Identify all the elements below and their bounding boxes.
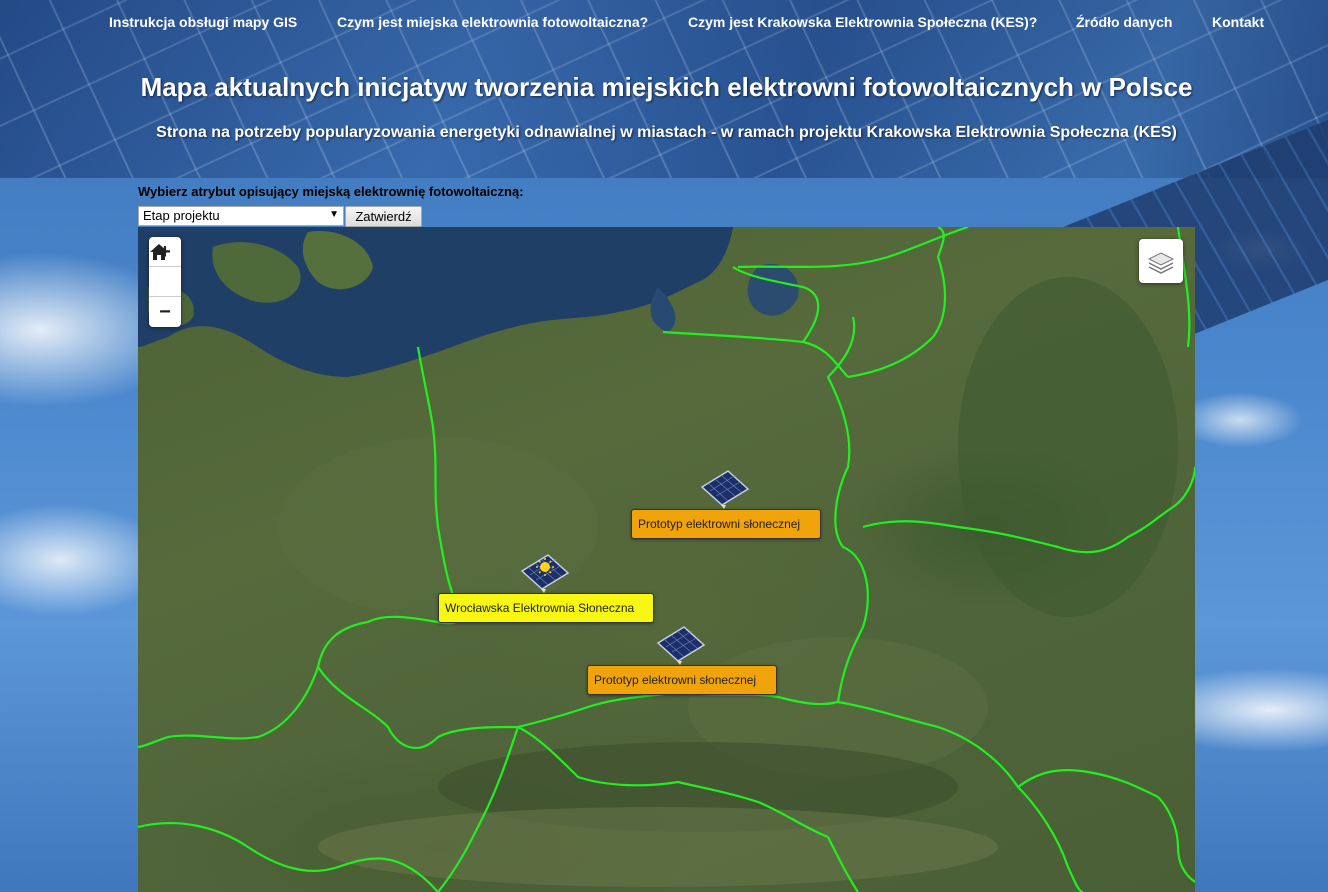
attribute-select[interactable]: Etap projektu ▼ xyxy=(138,206,344,226)
nav-item-what-is-pv-plant[interactable]: Czym jest miejska elektrownia fotowoltai… xyxy=(337,14,648,30)
forest-region xyxy=(958,277,1178,617)
header-banner: Instrukcja obsługi mapy GIS Czym jest mi… xyxy=(0,0,1328,454)
lake-water xyxy=(747,263,799,316)
zoom-control: + − xyxy=(149,237,181,327)
attribute-select-label: Wybierz atrybut opisujący miejską elektr… xyxy=(138,184,524,199)
marker-label-wroclaw[interactable]: Wrocławska Elektrownia Słoneczna xyxy=(438,593,654,623)
dropdown-arrow-icon: ▼ xyxy=(329,209,339,220)
marker-label-prototype-1[interactable]: Prototyp elektrowni słonecznej xyxy=(631,509,821,539)
nav-item-what-is-kes[interactable]: Czym jest Krakowska Elektrownia Społeczn… xyxy=(688,14,1037,30)
home-icon xyxy=(150,244,168,260)
border-romania-moldova xyxy=(1017,769,1159,798)
nav-item-contact[interactable]: Kontakt xyxy=(1212,14,1264,30)
solar-panel-icon[interactable] xyxy=(656,625,706,665)
attribute-select-value: Etap projektu xyxy=(143,208,220,223)
zoom-out-button[interactable]: − xyxy=(149,297,181,327)
solar-panel-icon[interactable] xyxy=(700,469,750,509)
map-background xyxy=(138,227,1195,892)
page-title: Mapa aktualnych inicjatyw tworzenia miej… xyxy=(140,72,1193,102)
marker-label-prototype-2[interactable]: Prototyp elektrowni słonecznej xyxy=(587,665,777,695)
layers-icon xyxy=(1147,252,1175,274)
page-subtitle: Strona na potrzeby popularyzowania energ… xyxy=(156,124,1177,141)
map-view[interactable]: + − Prototyp elektrowni słonecznej xyxy=(138,227,1195,892)
layers-button[interactable] xyxy=(1139,239,1183,283)
border-moldova-ukraine xyxy=(1157,796,1195,883)
solar-panel-sun-icon[interactable] xyxy=(520,553,570,593)
top-nav: Instrukcja obsługi mapy GIS Czym jest mi… xyxy=(0,0,1328,44)
border-czech-austria xyxy=(138,666,320,749)
submit-button[interactable]: Zatwierdź xyxy=(345,206,422,227)
home-button[interactable] xyxy=(149,244,181,297)
nav-item-instructions[interactable]: Instrukcja obsługi mapy GIS xyxy=(109,14,297,30)
border-lithuania-belarus xyxy=(847,227,946,379)
border-lithuania-latvia xyxy=(737,227,969,269)
border-poland-russia xyxy=(662,330,849,378)
nav-item-data-source[interactable]: Źródło danych xyxy=(1076,14,1172,30)
